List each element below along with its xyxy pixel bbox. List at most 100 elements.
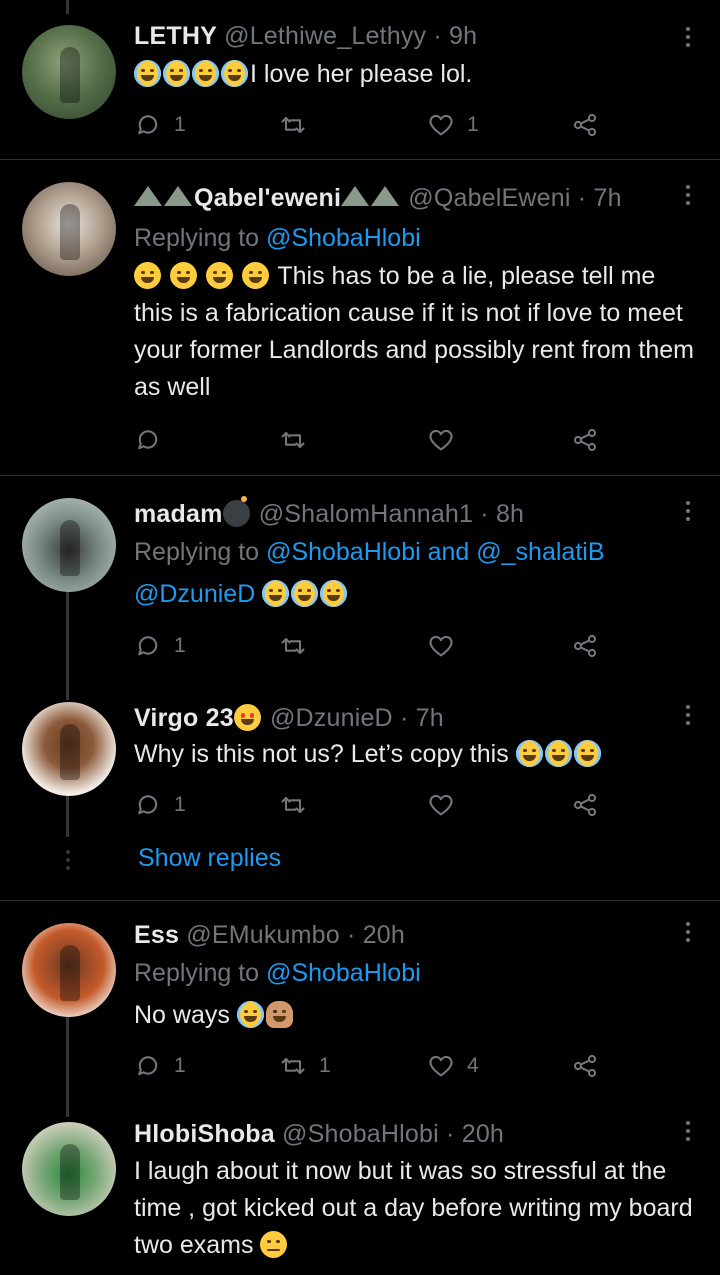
avatar[interactable] xyxy=(22,702,116,796)
more-options-icon[interactable] xyxy=(686,185,692,205)
more-options-icon[interactable] xyxy=(686,1121,692,1141)
avatar[interactable] xyxy=(22,498,116,592)
timestamp[interactable]: · 20h xyxy=(347,921,405,949)
timestamp[interactable]: · 20h xyxy=(446,1120,504,1148)
show-replies-link[interactable]: Show replies xyxy=(138,844,281,873)
share-icon xyxy=(573,793,597,817)
heart-icon xyxy=(429,1055,453,1077)
laughing-tears-emoji xyxy=(134,60,161,87)
laughing-tears-emoji xyxy=(573,740,601,767)
bomb-emoji xyxy=(222,496,250,527)
user-handle[interactable]: @EMukumbo xyxy=(186,921,340,949)
like-button[interactable] xyxy=(427,631,467,661)
tweet-text: This has to be a lie, please tell me thi… xyxy=(134,258,699,406)
reply-button[interactable] xyxy=(134,425,174,455)
rolling-laughing-emoji xyxy=(134,262,161,289)
rolling-laughing-emoji xyxy=(205,262,233,289)
replying-to-link[interactable]: @ShobaHlobi and @_shalatiB xyxy=(266,538,604,566)
display-name[interactable]: Qabel'eweni xyxy=(194,184,341,212)
retweet-icon xyxy=(281,637,305,655)
replying-to-link[interactable]: @ShobaHlobi xyxy=(266,959,421,987)
tweet[interactable]: Qabel'eweni @QabelEweni · 7h Replying to… xyxy=(0,160,720,475)
tweet[interactable]: madam @ShalomHannah1 · 8h Replying to @S… xyxy=(0,476,720,686)
display-name[interactable]: LETHY xyxy=(134,22,217,50)
reply-button[interactable]: 1 xyxy=(134,790,186,820)
retweet-button[interactable] xyxy=(279,110,319,140)
like-button[interactable] xyxy=(427,790,467,820)
tweet-actions: 1 xyxy=(134,790,614,820)
reply-button[interactable]: 1 xyxy=(134,1051,186,1081)
share-button[interactable] xyxy=(571,110,599,140)
user-handle[interactable]: @Lethiwe_Lethyy xyxy=(224,22,426,50)
timestamp[interactable]: · 7h xyxy=(578,184,622,212)
reply-count: 1 xyxy=(174,634,186,657)
retweet-button[interactable] xyxy=(279,631,319,661)
user-handle[interactable]: @QabelEweni xyxy=(408,184,570,212)
share-button[interactable] xyxy=(571,1051,599,1081)
retweet-icon xyxy=(281,1057,305,1075)
timestamp[interactable]: · 8h xyxy=(480,500,524,528)
laughing-tears-emoji xyxy=(320,580,348,607)
heart-icon xyxy=(429,794,453,816)
tweet-text: I love her please lol. xyxy=(134,56,699,93)
heart-icon xyxy=(429,635,453,657)
laughing-tears-emoji xyxy=(236,1001,264,1028)
more-options-icon[interactable] xyxy=(686,501,692,521)
tweet-actions: 1 1 xyxy=(134,110,614,140)
heart-icon xyxy=(429,429,453,451)
retweet-count: 1 xyxy=(319,1054,331,1077)
tweet-text: @DzunieD xyxy=(134,576,699,613)
display-name[interactable]: Ess xyxy=(134,921,179,949)
mention-link[interactable]: @DzunieD xyxy=(134,580,255,608)
avatar[interactable] xyxy=(22,182,116,276)
more-options-icon[interactable] xyxy=(686,705,692,725)
user-handle[interactable]: @ShobaHlobi xyxy=(282,1120,439,1148)
share-icon xyxy=(573,428,597,452)
like-button[interactable]: 4 xyxy=(427,1051,479,1081)
display-name[interactable]: Virgo 23 xyxy=(134,704,234,732)
share-button[interactable] xyxy=(571,790,599,820)
like-button[interactable]: 1 xyxy=(427,110,479,140)
star-struck-emoji xyxy=(233,704,261,731)
display-name[interactable]: HlobiShoba xyxy=(134,1120,275,1148)
share-button[interactable] xyxy=(571,631,599,661)
more-options-icon[interactable] xyxy=(686,922,692,942)
user-handle[interactable]: @ShalomHannah1 xyxy=(259,500,473,528)
rolling-laughing-emoji xyxy=(241,262,269,289)
reply-icon xyxy=(138,795,158,815)
user-handle[interactable]: @DzunieD xyxy=(270,704,393,732)
retweet-button[interactable]: 1 xyxy=(279,1051,331,1081)
avatar[interactable] xyxy=(22,1122,116,1216)
tweet[interactable]: HlobiShoba @ShobaHlobi · 20h I laugh abo… xyxy=(0,1100,720,1275)
retweet-button[interactable] xyxy=(279,425,319,455)
timestamp[interactable]: · 9h xyxy=(433,22,477,50)
more-options-icon[interactable] xyxy=(686,27,692,47)
mountain-emoji xyxy=(371,186,400,206)
replying-to-link[interactable]: @ShobaHlobi xyxy=(266,224,421,252)
reply-button[interactable]: 1 xyxy=(134,110,186,140)
tweet[interactable]: Virgo 23 @DzunieD · 7h Why is this not u… xyxy=(0,690,720,900)
tweet-text-content: No ways xyxy=(134,1001,230,1029)
tweet-text: No ways xyxy=(134,997,699,1034)
tweet-text: Why is this not us? Let’s copy this xyxy=(134,736,699,773)
mountain-emoji xyxy=(164,186,192,206)
like-count: 4 xyxy=(467,1054,479,1077)
timestamp[interactable]: · 7h xyxy=(400,704,444,732)
laughing-tears-emoji xyxy=(221,60,248,87)
reply-button[interactable]: 1 xyxy=(134,631,186,661)
tweet[interactable]: LETHY @Lethiwe_Lethyy · 9h I love her pl… xyxy=(0,0,720,160)
retweet-button[interactable] xyxy=(279,790,319,820)
display-name[interactable]: madam xyxy=(134,500,223,528)
share-button[interactable] xyxy=(571,425,599,455)
avatar[interactable] xyxy=(22,923,116,1017)
tweet[interactable]: Ess @EMukumbo · 20h Replying to @ShobaHl… xyxy=(0,901,720,1111)
laughing-tears-emoji xyxy=(515,740,543,767)
reply-icon xyxy=(138,115,158,135)
replying-label: Replying to xyxy=(134,224,260,252)
tweet-actions: 1 1 4 xyxy=(134,1051,614,1081)
like-button[interactable] xyxy=(427,425,467,455)
tweet-text-content: I love her please lol. xyxy=(250,60,473,88)
reply-icon xyxy=(138,636,158,656)
reply-icon xyxy=(138,1056,158,1076)
avatar[interactable] xyxy=(22,25,116,119)
